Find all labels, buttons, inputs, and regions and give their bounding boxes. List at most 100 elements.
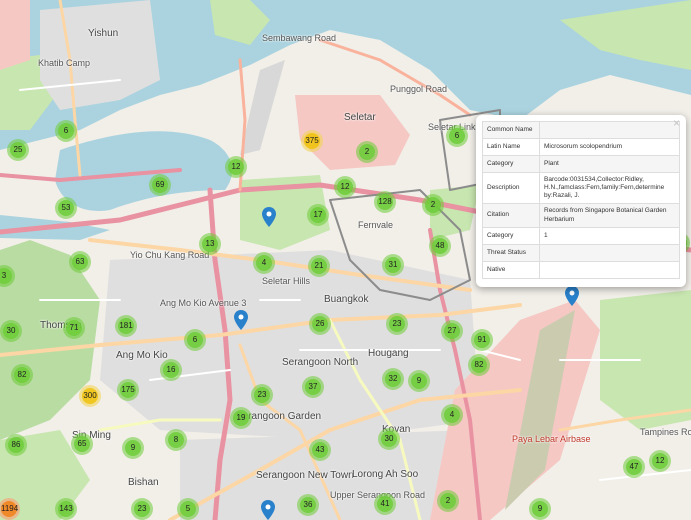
marker-cluster[interactable]: 6	[446, 125, 468, 147]
cluster-count: 86	[8, 437, 24, 453]
cluster-count: 12	[228, 159, 244, 175]
location-pin-icon[interactable]	[234, 310, 248, 330]
marker-cluster[interactable]: 41	[374, 493, 396, 515]
marker-cluster[interactable]: 23	[386, 313, 408, 335]
marker-cluster[interactable]: 23	[251, 384, 273, 406]
marker-cluster[interactable]: 82	[11, 364, 33, 386]
marker-cluster[interactable]: 8	[165, 429, 187, 451]
cluster-count: 2	[440, 493, 456, 509]
marker-cluster[interactable]: 4	[253, 252, 275, 274]
marker-cluster[interactable]: 2	[356, 141, 378, 163]
marker-cluster[interactable]: 30	[0, 320, 22, 342]
marker-cluster[interactable]: 48	[429, 235, 451, 257]
map-view[interactable]: Yishun Khatib Camp Seletar Seletar Link Thom…	[0, 0, 691, 520]
marker-cluster[interactable]: 25	[7, 139, 29, 161]
marker-cluster[interactable]: 2	[437, 490, 459, 512]
record-field-value	[539, 243, 680, 262]
marker-cluster[interactable]: 63	[69, 251, 91, 273]
marker-cluster[interactable]: 16	[160, 359, 182, 381]
marker-cluster[interactable]: 4	[441, 404, 463, 426]
cluster-count: 175	[120, 382, 136, 398]
place-label-tampines: Tampines Road	[640, 427, 691, 437]
marker-cluster[interactable]: 181	[115, 315, 137, 337]
location-pin-icon[interactable]	[262, 207, 276, 227]
marker-cluster[interactable]: 5	[177, 498, 199, 520]
location-pin-icon[interactable]	[261, 500, 275, 520]
cluster-count: 4	[256, 255, 272, 271]
marker-cluster[interactable]: 375	[301, 130, 323, 152]
marker-cluster[interactable]: 86	[5, 434, 27, 456]
marker-cluster[interactable]: 13	[199, 233, 221, 255]
cluster-count: 30	[381, 431, 397, 447]
record-field-label: Category	[482, 226, 540, 245]
marker-cluster[interactable]: 6	[184, 329, 206, 351]
marker-cluster[interactable]: 71	[63, 317, 85, 339]
record-field-label: Citation	[482, 203, 540, 228]
cluster-count: 5	[180, 501, 196, 517]
marker-cluster[interactable]: 82	[468, 354, 490, 376]
marker-cluster[interactable]: 9	[122, 437, 144, 459]
marker-cluster[interactable]: 53	[55, 197, 77, 219]
cluster-count: 6	[449, 128, 465, 144]
location-pin-icon[interactable]	[565, 286, 579, 306]
record-field-label: Latin Name	[482, 138, 540, 156]
marker-cluster[interactable]: 65	[71, 433, 93, 455]
marker-cluster[interactable]: 91	[471, 329, 493, 351]
marker-cluster[interactable]: 12	[649, 450, 671, 472]
place-label-fernvale: Fernvale	[358, 220, 394, 230]
record-field-label: Category	[482, 155, 540, 173]
marker-cluster[interactable]: 43	[309, 439, 331, 461]
place-label-buangkok: Buangkok	[324, 294, 369, 305]
record-field-label: Description	[482, 171, 540, 205]
cluster-count: 3	[0, 268, 12, 284]
marker-cluster[interactable]: 17	[307, 204, 329, 226]
marker-cluster[interactable]: 9	[529, 498, 551, 520]
marker-cluster[interactable]: 2	[422, 194, 444, 216]
marker-cluster[interactable]: 30	[378, 428, 400, 450]
marker-cluster[interactable]: 19	[230, 407, 252, 429]
record-table: Common Name Latin Name Microsorum scolopen…	[482, 121, 680, 279]
cluster-count: 16	[163, 362, 179, 378]
marker-cluster[interactable]: 300	[79, 385, 101, 407]
marker-cluster[interactable]: 36	[297, 494, 319, 516]
record-field-value: 1	[539, 226, 680, 245]
marker-cluster[interactable]: 69	[149, 174, 171, 196]
record-row: Threat Status	[482, 243, 680, 262]
record-field-value: Microsorum scolopendrium	[539, 138, 680, 156]
marker-cluster[interactable]: 12	[225, 156, 247, 178]
place-label-seletar-hills: Seletar Hills	[262, 276, 311, 286]
marker-cluster[interactable]: 175	[117, 379, 139, 401]
close-icon[interactable]: ×	[673, 116, 680, 130]
marker-cluster[interactable]: 26	[309, 313, 331, 335]
marker-cluster[interactable]: 6	[55, 120, 77, 142]
record-field-value: Barcode:0031534,Collector:Ridley, H.N.,f…	[539, 171, 680, 205]
record-field-value	[539, 121, 680, 139]
marker-cluster[interactable]: 27	[441, 320, 463, 342]
place-label-bishan: Bishan	[128, 477, 159, 488]
cluster-count: 181	[118, 318, 134, 334]
marker-cluster[interactable]: 32	[382, 368, 404, 390]
cluster-count: 65	[74, 436, 90, 452]
cluster-count: 9	[532, 501, 548, 517]
marker-cluster[interactable]: 143	[55, 498, 77, 520]
marker-cluster[interactable]: 12	[334, 176, 356, 198]
cluster-count: 2	[359, 144, 375, 160]
cluster-count: 41	[377, 496, 393, 512]
marker-cluster[interactable]: 128	[374, 191, 396, 213]
cluster-count: 48	[432, 238, 448, 254]
marker-cluster[interactable]: 31	[382, 254, 404, 276]
cluster-count: 12	[652, 453, 668, 469]
marker-cluster[interactable]: 37	[302, 376, 324, 398]
marker-cluster[interactable]: 47	[623, 456, 645, 478]
record-row: Description Barcode:0031534,Collector:Rid…	[482, 171, 680, 205]
marker-cluster[interactable]: 9	[408, 370, 430, 392]
record-row: Latin Name Microsorum scolopendrium	[482, 138, 680, 156]
record-field-value: Plant	[539, 155, 680, 173]
cluster-count: 30	[3, 323, 19, 339]
place-label-lorong-ah-soo: Lorong Ah Soo	[352, 469, 419, 480]
marker-cluster[interactable]: 21	[308, 255, 330, 277]
marker-cluster[interactable]: 23	[131, 498, 153, 520]
place-label-angmokio: Ang Mo Kio	[116, 350, 168, 361]
cluster-count: 1194	[1, 501, 18, 517]
cluster-count: 6	[187, 332, 203, 348]
